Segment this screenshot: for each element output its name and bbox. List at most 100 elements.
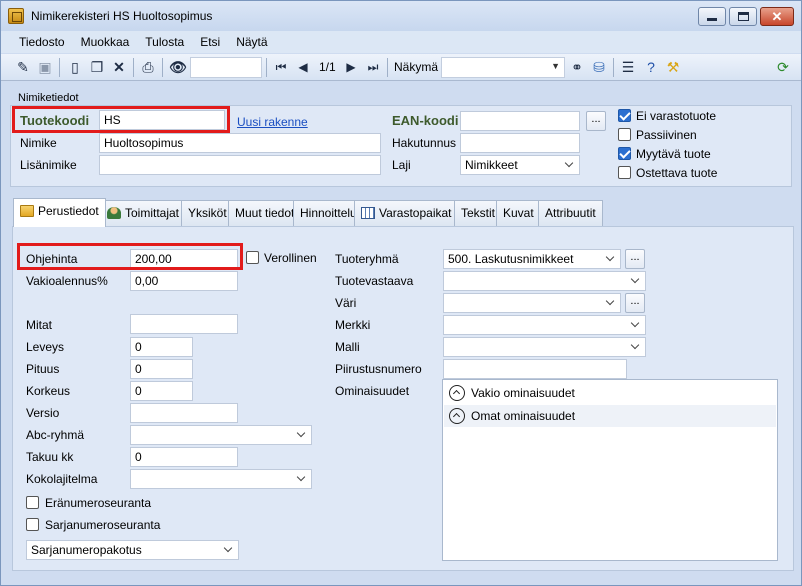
purchasable-checkbox[interactable] [618,166,631,179]
default-discount-field[interactable]: 0,00 [130,271,238,291]
binoculars-icon[interactable]: 👁 [169,59,187,75]
version-field[interactable] [130,403,238,423]
length-label: Pituus [26,362,60,376]
search-name-field[interactable] [460,133,580,153]
product-group-browse-button[interactable]: ... [625,249,645,269]
menu-bar: Tiedosto Muokkaa Tulosta Etsi Näytä [1,31,801,53]
maximize-icon [737,12,749,21]
properties-group-custom[interactable]: Omat ominaisuudet [444,405,776,427]
drawing-number-label: Piirustusnumero [335,362,422,376]
size-range-label: Kokolajitelma [26,472,98,486]
chevron-down-icon [565,159,575,169]
brand-select[interactable] [443,315,646,335]
menu-print[interactable]: Tulosta [137,35,192,49]
tab-other-info[interactable]: Muut tiedot [228,200,302,226]
refresh-icon[interactable]: ⟳ [775,59,791,75]
model-select[interactable] [443,337,646,357]
copy-icon[interactable]: ❐ [89,59,105,75]
save-icon[interactable]: ▣ [37,59,53,75]
tools-icon[interactable]: ⚒ [665,59,681,75]
tab-storage-locations[interactable]: Varastopaikat [354,200,459,226]
tab-basic[interactable]: Perustiedot [13,198,106,227]
tab-units[interactable]: Yksiköt [181,200,234,226]
menu-file[interactable]: Tiedosto [11,35,73,49]
first-record-icon[interactable]: ⏮ [273,59,289,75]
responsible-label: Tuotevastaava [335,274,414,288]
database-icon[interactable]: ⛁ [591,59,607,75]
width-field[interactable]: 0 [130,337,193,357]
color-select[interactable] [443,293,621,313]
batch-tracking-label: Eränumeroseuranta [45,496,152,510]
menu-view[interactable]: Näytä [228,35,275,49]
chevron-down-icon [606,253,616,263]
maximize-button[interactable] [729,7,757,26]
drawing-number-field[interactable] [443,359,627,379]
menu-search[interactable]: Etsi [192,35,228,49]
chevron-down-icon [631,319,641,329]
serial-tracking-checkbox[interactable] [26,518,39,531]
product-group-label: Tuoteryhmä [335,252,399,266]
serial-tracking-label: Sarjanumeroseuranta [45,518,161,532]
serial-packing-select[interactable]: Sarjanumeropakotus [26,540,239,560]
properties-group-standard[interactable]: Vakio ominaisuudet [444,382,776,404]
search-field[interactable] [190,57,262,78]
length-field[interactable]: 0 [130,359,193,379]
minimize-button[interactable] [698,7,726,26]
warranty-field[interactable]: 0 [130,447,238,467]
new-document-icon[interactable]: ▯ [67,59,83,75]
delete-icon[interactable]: ✕ [111,59,127,75]
close-button[interactable]: ✕ [760,7,794,26]
sellable-checkbox[interactable] [618,147,631,160]
height-field[interactable]: 0 [130,381,193,401]
ean-browse-button[interactable]: ... [586,111,606,131]
previous-record-icon[interactable]: ◀ [295,59,311,75]
passive-checkbox[interactable] [618,128,631,141]
tab-suppliers[interactable]: Toimittajat [100,200,187,226]
view-label: Näkymä [394,60,439,74]
type-select[interactable]: Nimikkeet [460,155,580,175]
version-label: Versio [26,406,60,420]
taxable-checkbox[interactable] [246,251,259,264]
purchasable-label: Ostettava tuote [636,166,718,180]
extra-name-field[interactable] [99,155,381,175]
properties-list: Vakio ominaisuudet Omat ominaisuudet [442,379,778,561]
abc-group-select[interactable] [130,425,312,445]
default-discount-label: Vakioalennus% [26,274,108,288]
batch-tracking-checkbox[interactable] [26,496,39,509]
non-stock-checkbox[interactable] [618,109,631,122]
menu-edit[interactable]: Muokkaa [73,35,138,49]
new-structure-link[interactable]: Uusi rakenne [237,115,308,129]
tab-images[interactable]: Kuvat [496,200,541,226]
dimensions-field[interactable] [130,314,238,334]
name-field[interactable]: Huoltosopimus [99,133,381,153]
properties-label: Ominaisuudet [335,384,410,398]
warranty-label: Takuu kk [26,450,74,464]
model-label: Malli [335,340,360,354]
printer-icon[interactable]: ⎙ [140,59,156,75]
product-group-select[interactable]: 500. Laskutusnimikkeet [443,249,621,269]
page-indicator: 1/1 [319,60,336,74]
color-browse-button[interactable]: ... [625,293,645,313]
link-icon[interactable]: ⚭ [569,59,585,75]
highlight-box [12,106,230,133]
help-icon[interactable]: ? [643,59,659,75]
last-record-icon[interactable]: ⏭ [365,59,381,75]
non-stock-label: Ei varastotuote [636,109,717,123]
passive-label: Passiivinen [636,128,697,142]
section-title: Nimiketiedot [18,92,79,104]
list-icon[interactable]: ☰ [620,59,636,75]
view-select[interactable]: ▼ [441,57,565,78]
chevron-down-icon: ▼ [551,61,560,71]
next-record-icon[interactable]: ▶ [343,59,359,75]
table-icon [361,207,375,219]
responsible-select[interactable] [443,271,646,291]
tab-texts[interactable]: Tekstit [454,200,503,226]
collapse-icon[interactable] [449,408,465,424]
size-range-select[interactable] [130,469,312,489]
ean-label: EAN-koodi [392,113,459,128]
app-window: Nimikerekisteri HS Huoltosopimus ✕ Tiedo… [0,0,802,586]
tab-attributes[interactable]: Attribuutit [538,200,603,226]
ean-field[interactable] [460,111,580,131]
collapse-icon[interactable] [449,385,465,401]
edit-icon[interactable]: ✎ [15,59,31,75]
